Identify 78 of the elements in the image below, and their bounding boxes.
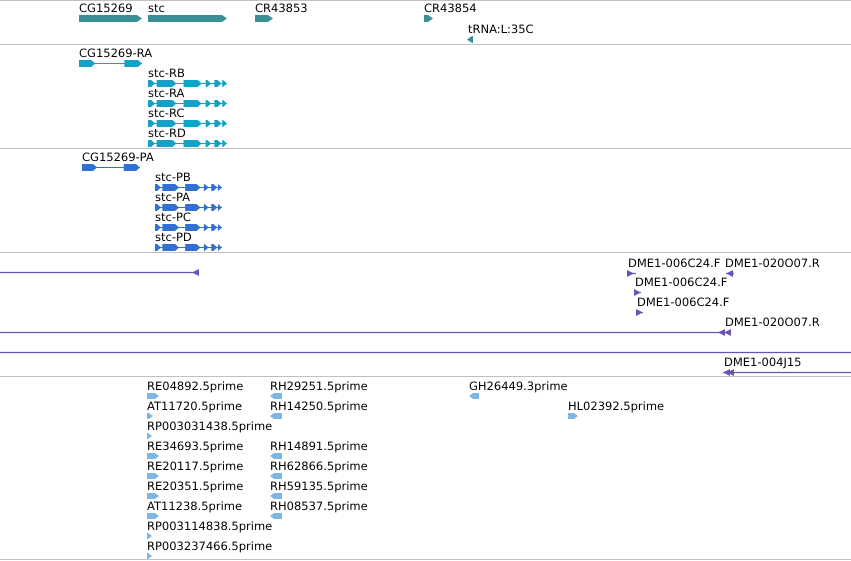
feature-label: DME1-020O07.R [725, 257, 820, 269]
clone-drawing[interactable] [723, 369, 851, 376]
feature-label: DME1-004J15 [724, 356, 802, 368]
feature-label: RP003031438.5prime [147, 420, 272, 432]
feature-label: stc-RD [148, 127, 186, 139]
read-arrow[interactable] [568, 413, 578, 419]
feature-label: tRNA:L:35C [468, 23, 534, 35]
feature-label: RP003114838.5prime [147, 520, 272, 532]
transcript-drawing[interactable] [155, 244, 222, 251]
feature-label: CG15269 [79, 2, 133, 14]
feature-label: CG15269-RA [79, 47, 152, 59]
read-arrow[interactable] [270, 513, 282, 519]
feature-label: stc-PB [155, 171, 191, 183]
clone-drawing[interactable] [634, 289, 641, 296]
clone-drawing[interactable] [636, 309, 643, 316]
read-arrow[interactable] [147, 453, 159, 459]
feature-label: RH08537.5prime [270, 500, 368, 512]
feature-label: RE20117.5prime [147, 460, 244, 472]
feature-label: stc-PA [155, 191, 190, 203]
gene-arrow[interactable] [255, 15, 273, 22]
feature-label: DME1-006C24.F [637, 296, 730, 308]
read-arrow[interactable] [147, 533, 152, 539]
feature-label: GH26449.3prime [469, 380, 568, 392]
read-arrow[interactable] [147, 493, 159, 499]
clone-drawing[interactable] [627, 270, 636, 277]
transcript-drawing[interactable] [155, 224, 222, 231]
feature-label: RE20351.5prime [147, 480, 244, 492]
read-arrow[interactable] [147, 473, 159, 479]
gene-arrow[interactable] [79, 15, 142, 22]
feature-label: DME1-006C24.F [628, 257, 720, 269]
read-arrow[interactable] [147, 553, 152, 559]
feature-label: CR43853 [255, 2, 308, 14]
feature-label: stc-RB [148, 67, 185, 79]
feature-label: RP003237466.5prime [147, 540, 272, 552]
feature-label: AT11238.5prime [147, 500, 242, 512]
feature-label: RH62866.5prime [270, 460, 368, 472]
clone-line[interactable] [0, 269, 199, 276]
clone-line[interactable] [0, 349, 851, 356]
read-arrow[interactable] [270, 453, 282, 459]
feature-label: RH59135.5prime [270, 480, 368, 492]
transcript-drawing[interactable] [155, 204, 222, 211]
read-arrow[interactable] [270, 413, 282, 419]
feature-label: stc-PC [155, 211, 191, 223]
feature-label: stc-RC [148, 107, 184, 119]
transcript-drawing[interactable] [148, 120, 227, 127]
clone-drawing[interactable] [0, 329, 731, 336]
feature-label: RH14891.5prime [270, 440, 368, 452]
feature-label: stc [148, 2, 165, 14]
read-arrow[interactable] [469, 393, 479, 399]
transcript-drawing[interactable] [148, 140, 227, 147]
gene-arrow[interactable] [467, 36, 473, 43]
clone-drawing[interactable] [726, 270, 734, 277]
feature-label: HL02392.5prime [568, 400, 664, 412]
read-arrow[interactable] [270, 393, 282, 399]
feature-label: DME1-020O07.R [725, 316, 820, 328]
feature-label: RE04892.5prime [147, 380, 244, 392]
feature-label: DME1-006C24.F [635, 276, 728, 288]
feature-label: stc-RA [148, 87, 184, 99]
read-arrow[interactable] [147, 413, 153, 419]
read-arrow[interactable] [147, 433, 152, 439]
transcript-drawing[interactable] [148, 80, 227, 87]
feature-label: CG15269-PA [82, 151, 154, 163]
gene-arrow[interactable] [424, 15, 433, 22]
feature-label: AT11720.5prime [147, 400, 242, 412]
feature-label: RH14250.5prime [270, 400, 368, 412]
transcript-drawing[interactable] [155, 184, 222, 191]
feature-label: RH29251.5prime [270, 380, 368, 392]
read-arrow[interactable] [270, 473, 282, 479]
read-arrow[interactable] [270, 493, 282, 499]
transcript-drawing[interactable] [79, 60, 142, 67]
read-arrow[interactable] [147, 393, 159, 399]
read-arrow[interactable] [147, 513, 159, 519]
feature-label: CR43854 [424, 2, 477, 14]
transcript-drawing[interactable] [82, 164, 140, 171]
feature-label: stc-PD [155, 231, 192, 243]
transcript-drawing[interactable] [148, 100, 227, 107]
feature-label: RE34693.5prime [147, 440, 244, 452]
gene-arrow[interactable] [148, 15, 227, 22]
